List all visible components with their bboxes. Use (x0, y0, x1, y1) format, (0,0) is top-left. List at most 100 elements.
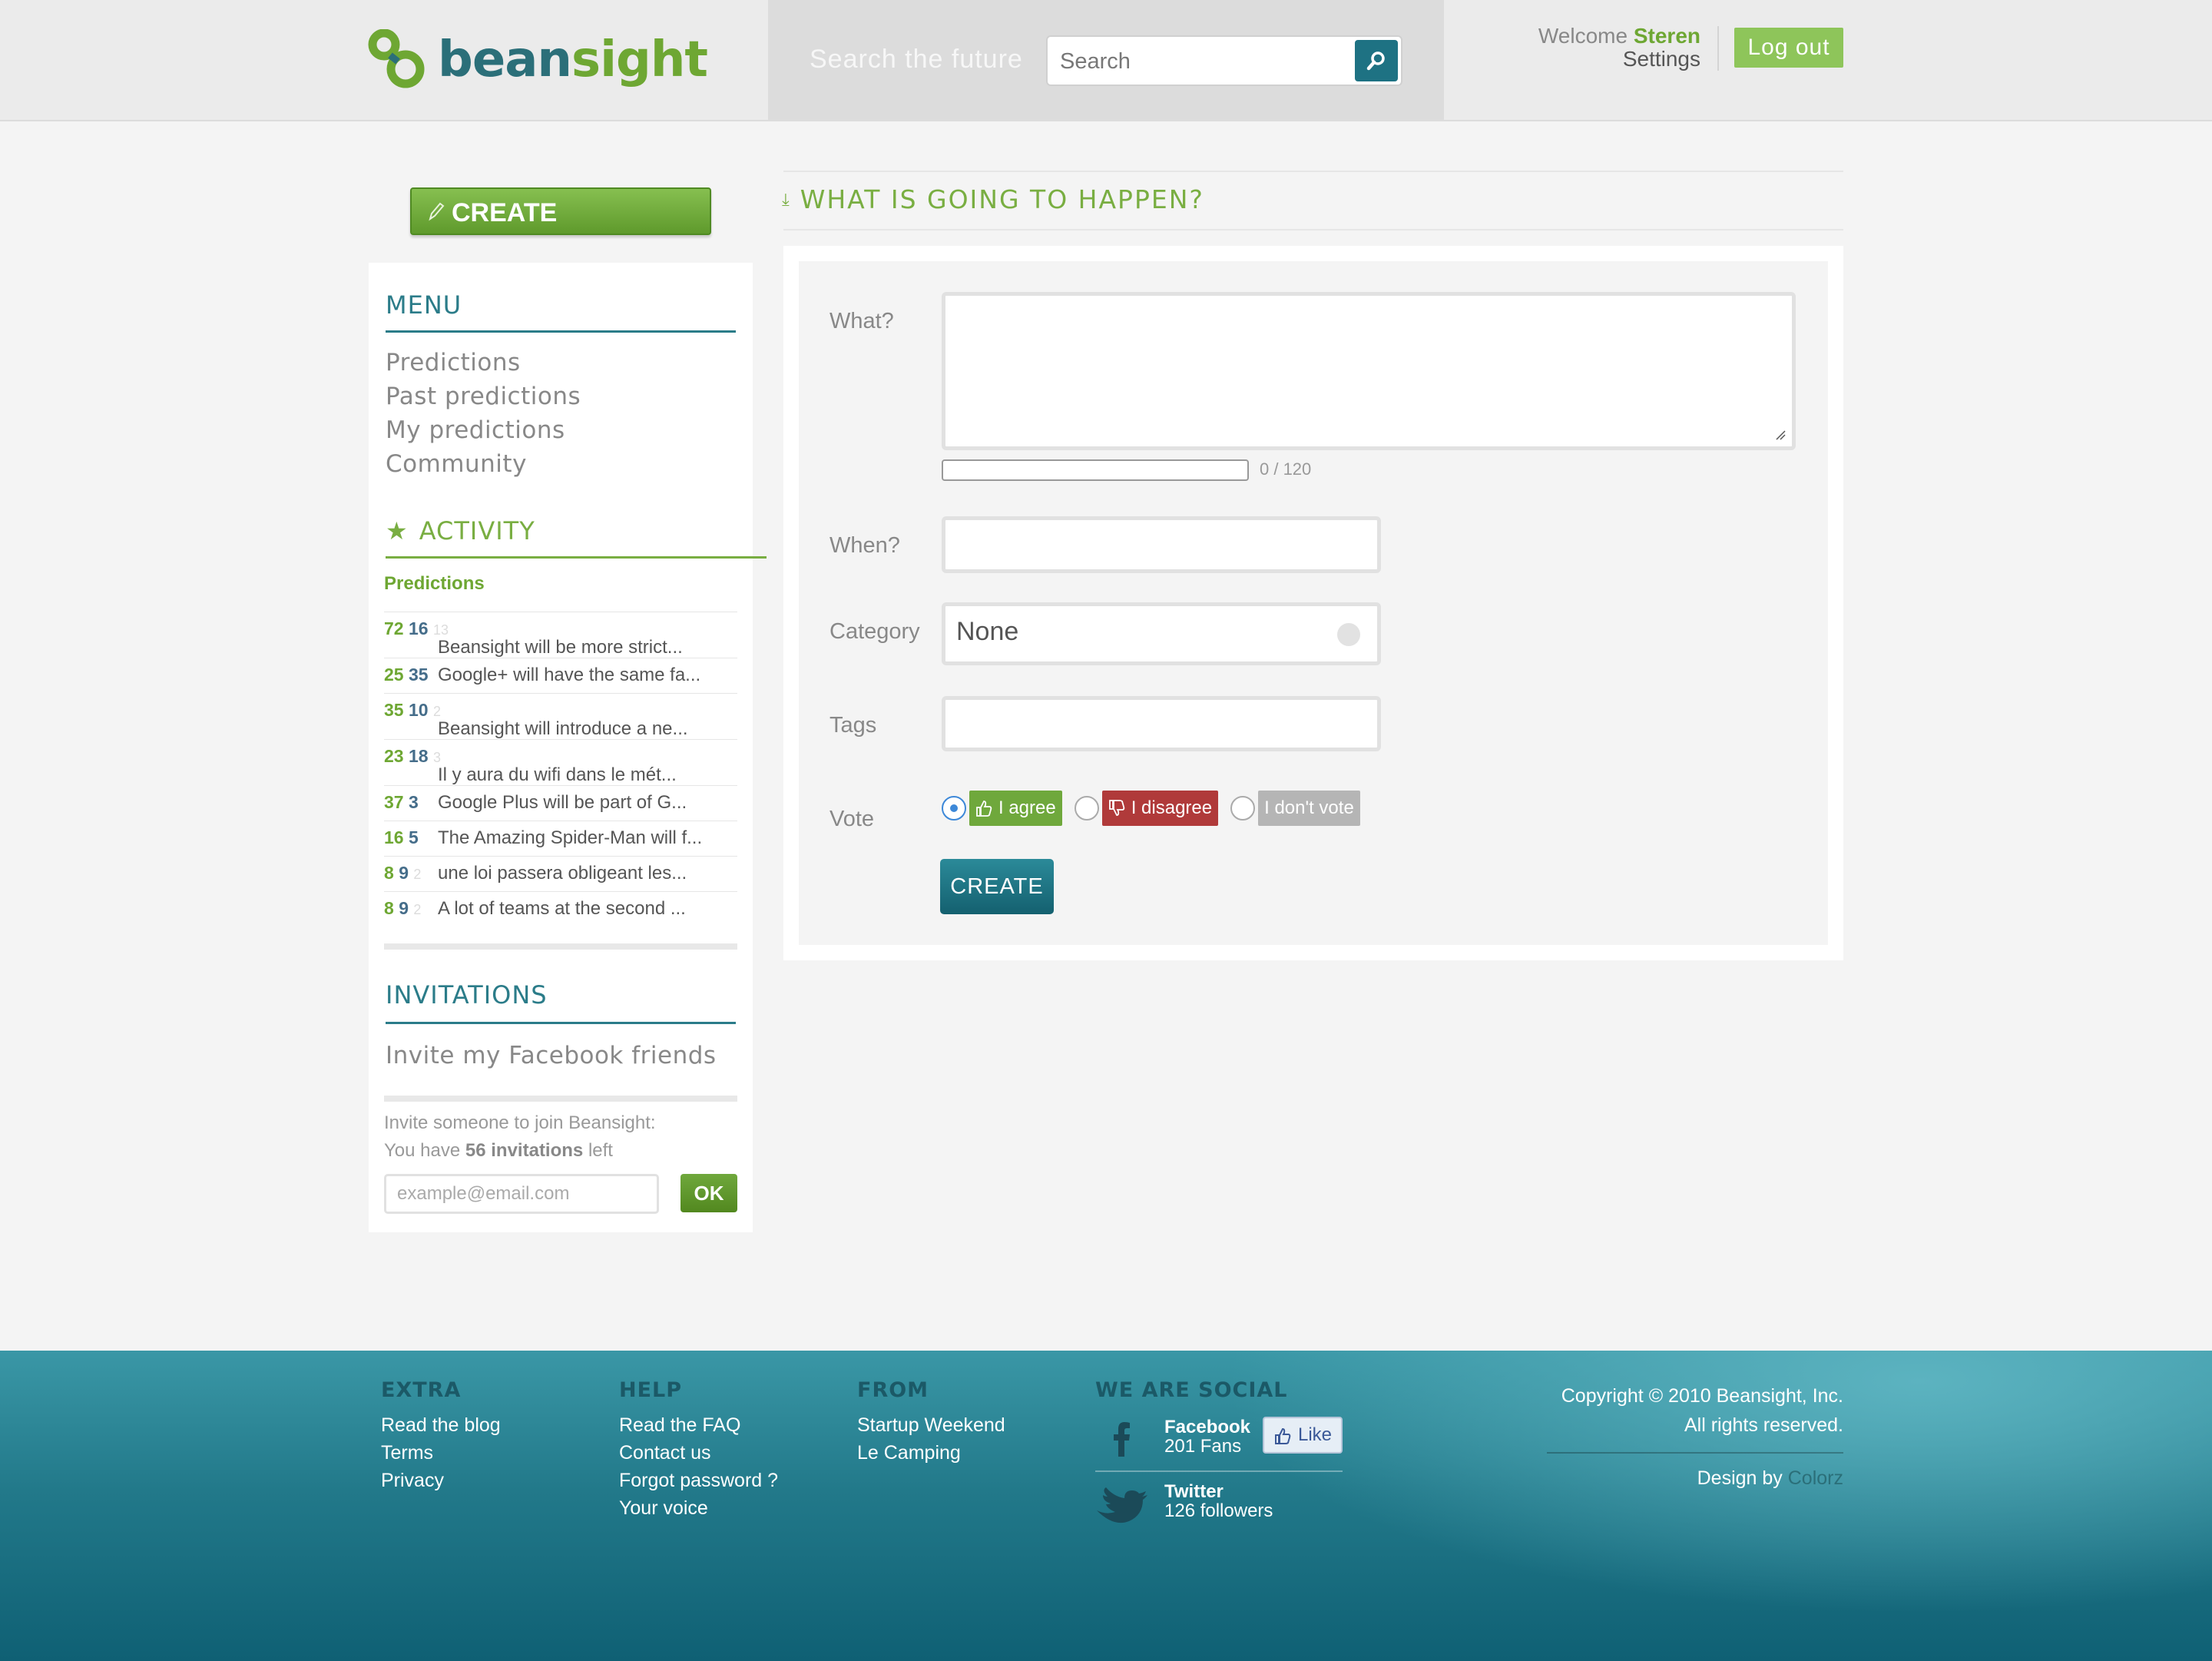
tags-input[interactable] (942, 696, 1381, 751)
agree-count: 25 (384, 665, 404, 685)
vote-none-badge[interactable]: I don't vote (1258, 791, 1360, 826)
activity-text: Il y aura du wifi dans le mét... (438, 764, 677, 785)
menu-item-predictions[interactable]: Predictions (386, 349, 521, 376)
settings-link[interactable]: Settings (1459, 48, 1700, 71)
footer-link-faq[interactable]: Read the FAQ (619, 1411, 778, 1439)
invitations-bar (384, 1096, 737, 1102)
facebook-row[interactable]: Facebook 201 Fans Like (1095, 1417, 1343, 1463)
activity-item[interactable]: 8 9 2 une loi passera obligeant les... (384, 856, 737, 891)
header-divider (1717, 26, 1719, 71)
vote-agree-label: I agree (998, 797, 1056, 818)
search-button[interactable] (1355, 40, 1398, 81)
search-area: Search the future (768, 0, 1444, 121)
copyright-divider (1547, 1452, 1843, 1454)
disagree-count: 9 (399, 898, 409, 918)
design-prefix: Design by (1697, 1467, 1783, 1489)
agree-count: 16 (384, 827, 404, 847)
menu-item-my-predictions[interactable]: My predictions (386, 416, 565, 444)
footer-link-terms[interactable]: Terms (381, 1439, 501, 1467)
when-input[interactable] (942, 516, 1381, 573)
logo[interactable]: beansight (367, 28, 708, 92)
invite-count: 56 invitations (465, 1140, 584, 1161)
footer-social: WE ARE SOCIAL (1095, 1378, 1288, 1411)
vote-agree-radio[interactable] (942, 796, 966, 821)
menu-item-community[interactable]: Community (386, 450, 527, 478)
category-select[interactable]: None (942, 602, 1381, 665)
disagree-count: 5 (408, 827, 419, 847)
footer-from: FROM Startup Weekend Le Camping (857, 1378, 1005, 1467)
footer-link-privacy[interactable]: Privacy (381, 1467, 501, 1494)
title-top-divider (783, 171, 1843, 172)
activity-item[interactable]: 25 35 Google+ will have the same fa... (384, 658, 737, 693)
activity-item[interactable]: 23 18 3 Il y aura du wifi dans le mét... (384, 739, 737, 785)
logo-text-sight: sight (571, 31, 708, 88)
vote-disagree-badge[interactable]: I disagree (1101, 791, 1219, 826)
logout-button[interactable]: Log out (1734, 28, 1843, 68)
social-divider (1095, 1470, 1343, 1472)
disagree-count: 3 (408, 792, 419, 812)
activity-text: The Amazing Spider-Man will f... (438, 827, 703, 848)
novote-count: 2 (413, 867, 422, 882)
vote-none-label: I don't vote (1264, 797, 1354, 818)
search-input[interactable] (1058, 45, 1343, 78)
design-credit: Design by Colorz (1505, 1467, 1843, 1490)
invite-facebook-link[interactable]: Invite my Facebook friends (386, 1042, 717, 1069)
category-value: None (956, 617, 1019, 646)
page-title-text: WHAT IS GOING TO HAPPEN? (800, 184, 1204, 214)
footer-link-forgot-password[interactable]: Forgot password ? (619, 1467, 778, 1494)
menu-item-past-predictions[interactable]: Past predictions (386, 383, 581, 410)
footer-link-contact[interactable]: Contact us (619, 1439, 778, 1467)
activity-item[interactable]: 16 5 The Amazing Spider-Man will f... (384, 821, 737, 856)
invite-text: Invite someone to join Beansight: (384, 1112, 656, 1133)
design-by-link[interactable]: Colorz (1788, 1467, 1843, 1489)
vote-disagree-label: I disagree (1131, 797, 1213, 818)
search-icon (1366, 51, 1385, 71)
footer-help: HELP Read the FAQ Contact us Forgot pass… (619, 1378, 778, 1522)
footer-link-blog[interactable]: Read the blog (381, 1411, 501, 1439)
vote-options: I agree I disagree I don't vote (942, 790, 1360, 827)
search-tagline: Search the future (810, 45, 1023, 74)
invite-count-text: You have 56 invitations left (384, 1140, 613, 1162)
like-thumb-icon (1275, 1427, 1291, 1444)
facebook-like-button[interactable]: Like (1263, 1417, 1343, 1454)
resize-handle-icon[interactable] (1775, 429, 1786, 440)
username-link[interactable]: Steren (1634, 24, 1700, 48)
invite-ok-button[interactable]: OK (680, 1174, 737, 1212)
activity-item[interactable]: 8 9 2 A lot of teams at the second ... (384, 891, 737, 927)
vote-none-radio[interactable] (1230, 796, 1256, 821)
what-textarea[interactable] (942, 292, 1796, 450)
vote-agree-badge[interactable]: I agree (969, 791, 1062, 826)
activity-title-text: ACTIVITY (419, 516, 535, 545)
like-label: Like (1297, 1424, 1332, 1445)
vote-disagree-radio[interactable] (1074, 796, 1099, 821)
footer-extra: EXTRA Read the blog Terms Privacy (381, 1378, 501, 1494)
page-title: ⤓ WHAT IS GOING TO HAPPEN? (782, 184, 1204, 214)
invite-left: left (588, 1140, 613, 1161)
tags-label: Tags (830, 713, 877, 738)
menu-title: MENU (386, 290, 462, 320)
footer-link-startup-weekend[interactable]: Startup Weekend (857, 1411, 1005, 1439)
create-prediction-button[interactable]: CREATE (410, 187, 711, 235)
activity-item[interactable]: 37 3 Google Plus will be part of G... (384, 785, 737, 821)
activity-text: A lot of teams at the second ... (438, 898, 686, 919)
what-label: What? (830, 309, 894, 333)
novote-count: 2 (432, 704, 441, 719)
create-submit-button[interactable]: CREATE (940, 859, 1054, 914)
agree-count: 8 (384, 863, 394, 883)
facebook-count: 201 Fans (1164, 1436, 1242, 1457)
invite-have: You have (384, 1140, 461, 1161)
twitter-count: 126 followers (1164, 1500, 1273, 1521)
header: beansight Search the future Welcome Ster… (0, 0, 2212, 121)
twitter-row[interactable]: Twitter 126 followers (1095, 1481, 1343, 1527)
agree-count: 72 (384, 618, 404, 638)
footer-link-your-voice[interactable]: Your voice (619, 1494, 778, 1522)
invite-email-input[interactable] (384, 1174, 659, 1214)
agree-count: 35 (384, 700, 404, 720)
footer-link-le-camping[interactable]: Le Camping (857, 1439, 1005, 1467)
disagree-count: 35 (408, 665, 429, 685)
invitations-divider (386, 1022, 736, 1024)
activity-item[interactable]: 72 16 13 Beansight will be more strict..… (384, 612, 737, 658)
disagree-count: 10 (408, 700, 429, 720)
footer-social-title: WE ARE SOCIAL (1095, 1378, 1288, 1402)
activity-item[interactable]: 35 10 2 Beansight will introduce a ne... (384, 693, 737, 739)
